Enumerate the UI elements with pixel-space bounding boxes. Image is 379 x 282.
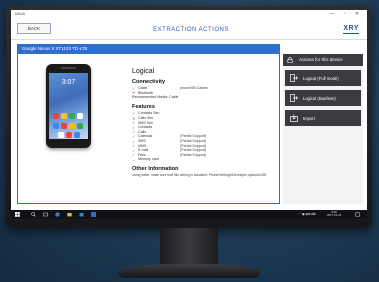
actions-header: Actions for this device: [283, 54, 363, 66]
app-icon: [69, 123, 75, 129]
other-info-title: Other Information: [132, 165, 179, 172]
action-label: Import: [303, 115, 315, 121]
connectivity-list: ✓ Cable phone/SB Cables ✕ Bluetooth: [132, 86, 277, 96]
action-label: Logical (Bar/item): [303, 95, 336, 101]
feature-row-note: (Partial Support): [180, 143, 207, 148]
app-header: MSAB — ▫ ✕ BACK EXTRACTION ACTIONS XRY: [11, 10, 367, 40]
phone-image: 3:07: [46, 64, 91, 148]
app-icon: [74, 132, 80, 138]
folder-icon[interactable]: [67, 212, 72, 217]
extract-icon: [290, 74, 298, 82]
phone-speaker: [61, 67, 76, 69]
actions-header-label: Actions for this device: [299, 57, 343, 62]
phone-screen: 3:07: [49, 73, 88, 139]
app-icon: [69, 113, 75, 119]
brand-mark: MSAB: [15, 12, 25, 16]
feature-row-label: Contacts Sim: [138, 111, 160, 116]
feature-row-label: Calls: [138, 129, 146, 134]
action-label: Logical (Full mode): [303, 75, 339, 81]
feature-row-note: (Partial Support): [180, 139, 207, 144]
connectivity-row-label: Cable: [138, 86, 148, 91]
phone-clock: 3:07: [61, 79, 76, 86]
tray-clock[interactable]: 9:00 2017-01-01: [327, 210, 342, 218]
logical-title: Logical: [132, 68, 155, 75]
app-icon: [66, 132, 72, 138]
feature-row-note: (Partial Support): [180, 148, 207, 153]
xry-logo: XRY: [343, 25, 359, 34]
actions-panel: Logical (Full mode) Logical (Bar/item) I…: [283, 66, 363, 204]
app-icon: [61, 123, 67, 129]
logical-full-button[interactable]: Logical (Full mode): [285, 70, 361, 86]
page-title: EXTRACTION ACTIONS: [153, 27, 229, 33]
task-view-icon[interactable]: [43, 212, 48, 217]
device-panel: 3:07 Logical Connectivity ✓ Cable phone/SB…: [17, 54, 280, 204]
app-icon: [77, 113, 83, 119]
feature-row-label: Calls Sim: [138, 116, 154, 121]
import-button[interactable]: Import: [285, 110, 361, 126]
taskbar: ⌃ ◼ ◀ ⇋ ⌨ 9:00 2017-01-01: [11, 210, 367, 219]
tray-date: 2017-01-01: [327, 213, 342, 218]
features-list: ✓ Contacts Sim ✕ Calls Sim ✓ SMS Sim ✓ Contacts…: [132, 111, 277, 162]
xry-app-icon[interactable]: [91, 212, 96, 217]
features-title: Features: [132, 104, 155, 111]
monitor-base: [118, 264, 260, 278]
feature-row-label: MMS: [138, 143, 147, 148]
feature-row-label: Contacts: [138, 125, 153, 130]
app-icon: [53, 113, 59, 119]
feature-row-note: (Partial Support): [180, 134, 207, 139]
capabilities-details: Logical Connectivity ✓ Cable phone/SB Cabl…: [132, 68, 277, 177]
monitor-stand: [160, 228, 218, 268]
feature-row-label: Files: [138, 152, 146, 157]
store-icon[interactable]: [79, 212, 84, 217]
connectivity-title: Connectivity: [132, 79, 166, 85]
app-icon: [58, 132, 64, 138]
lock-icon: [287, 57, 293, 63]
device-header: Google Nexus 6 XT1103 TD-LTE: [17, 44, 280, 54]
feature-row-label: E-mail: [138, 148, 149, 153]
back-button[interactable]: BACK: [17, 23, 51, 34]
notifications-icon[interactable]: [355, 212, 360, 217]
app-icon: [53, 123, 59, 129]
app-icon: [77, 123, 83, 129]
windows-start-icon[interactable]: [15, 212, 20, 217]
header-divider: [11, 39, 367, 40]
feature-row: – Memory card: [132, 157, 277, 162]
app-icon: [61, 113, 67, 119]
extract-icon: [290, 94, 298, 102]
window-controls[interactable]: — ▫ ✕: [329, 11, 363, 17]
other-info-text: Using cable, make sure that this setting…: [132, 172, 267, 177]
tray-icons[interactable]: ⌃ ◼ ◀ ⇋ ⌨: [299, 212, 315, 216]
edge-icon[interactable]: [55, 212, 60, 217]
connectivity-row-note: phone/SB Cables: [180, 86, 208, 91]
feature-row-note: (Partial Support): [180, 152, 207, 157]
feature-row-label: SMS Sim: [138, 120, 153, 125]
logical-bar-button[interactable]: Logical (Bar/item): [285, 90, 361, 106]
import-icon: [290, 114, 298, 122]
search-icon[interactable]: [31, 212, 36, 217]
screen: MSAB — ▫ ✕ BACK EXTRACTION ACTIONS XRY G…: [11, 10, 367, 219]
feature-row-label: SMS: [138, 139, 146, 144]
feature-row-label: Memory card: [138, 157, 159, 162]
feature-row-label: Calendar: [138, 134, 153, 139]
recommended-media: Recommended Media: Cable: [132, 95, 179, 100]
